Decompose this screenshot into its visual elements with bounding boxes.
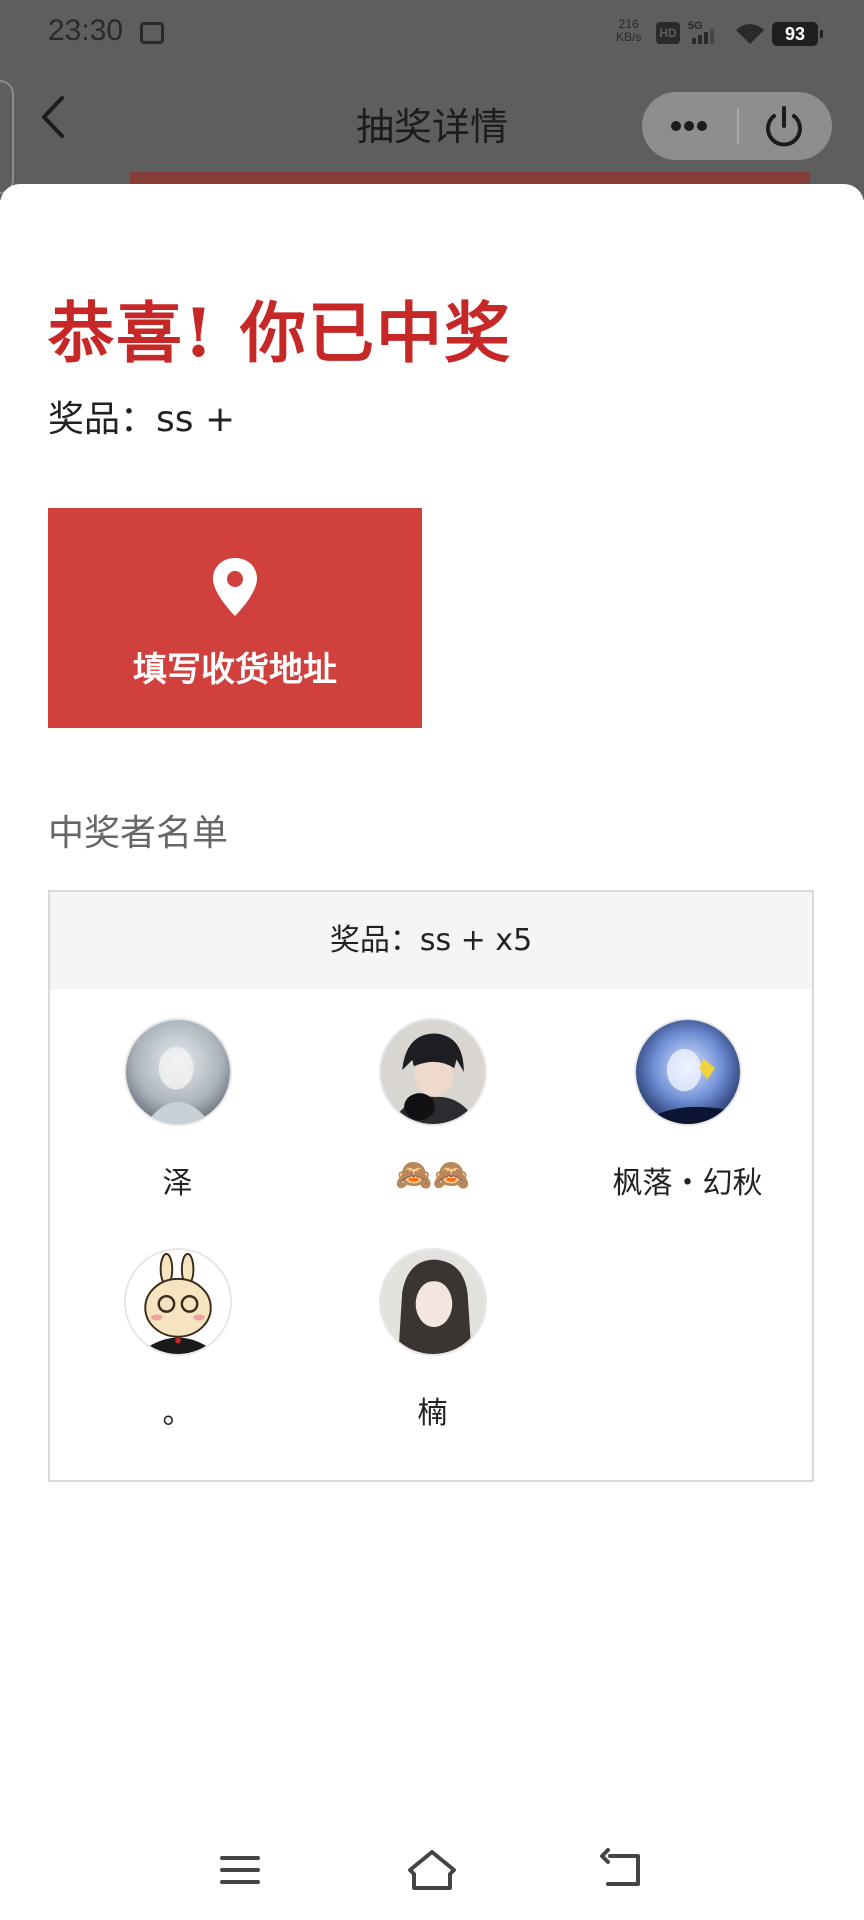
lottery-result-sheet: 恭喜! 你已中奖 奖品：ss + 填写收货地址 中奖者名单 奖品：ss + x5 [0, 184, 864, 1920]
battery-icon: 93 [772, 22, 823, 46]
wifi-icon [736, 24, 764, 44]
winner-name: 楠 [417, 1396, 448, 1431]
network-label: 5G [688, 20, 703, 32]
system-navigation-bar [0, 1840, 864, 1900]
location-pin-icon [213, 558, 257, 616]
winners-list: 奖品：ss + x5 泽 🙈🙈 枫落・幻秋 。 楠 [48, 890, 814, 1482]
avatar [378, 1248, 487, 1356]
notification-app-icon [140, 22, 164, 44]
winner-item: 枫落・幻秋 [560, 1018, 815, 1202]
winner-name: 泽 [162, 1166, 193, 1201]
winner-item: 泽 [50, 1018, 305, 1202]
fill-address-button[interactable]: 填写收货地址 [48, 508, 422, 728]
winner-name: 枫落・幻秋 [612, 1166, 763, 1201]
avatar [123, 1248, 232, 1356]
winner-name: 🙈🙈 [395, 1158, 470, 1193]
fill-address-label: 填写收货地址 [133, 650, 337, 690]
winner-name: 。 [162, 1396, 193, 1431]
hd-icon: HD [656, 22, 680, 44]
winners-prize-header: 奖品：ss + x5 [50, 892, 812, 990]
status-time: 23:30 [48, 14, 124, 47]
avatar [633, 1018, 742, 1126]
winners-heading: 中奖者名单 [48, 813, 229, 854]
screen: 23:30 216 KB/s HD 5G 93 抽奖详情 恭喜! 你已中奖 奖品… [0, 0, 864, 1920]
winner-item: 🙈🙈 [305, 1018, 560, 1193]
prize-label: 奖品：ss + [48, 399, 236, 440]
close-power-icon[interactable] [739, 92, 832, 160]
winner-item: 。 [50, 1248, 305, 1432]
mini-program-capsule [642, 92, 832, 160]
avatar [378, 1018, 487, 1126]
network-speed-unit: KB/s [616, 30, 642, 44]
signal-5g-icon: 5G [688, 20, 714, 44]
status-bar: 23:30 216 KB/s HD 5G 93 [0, 0, 864, 66]
more-options-icon[interactable] [642, 92, 736, 160]
back-icon[interactable] [594, 1840, 654, 1900]
win-headline: 恭喜! 你已中奖 [48, 294, 512, 372]
winner-item: 楠 [305, 1248, 560, 1432]
avatar [123, 1018, 232, 1126]
network-speed: 216 KB/s [616, 18, 641, 44]
home-icon[interactable] [402, 1840, 462, 1900]
menu-icon[interactable] [210, 1840, 270, 1900]
